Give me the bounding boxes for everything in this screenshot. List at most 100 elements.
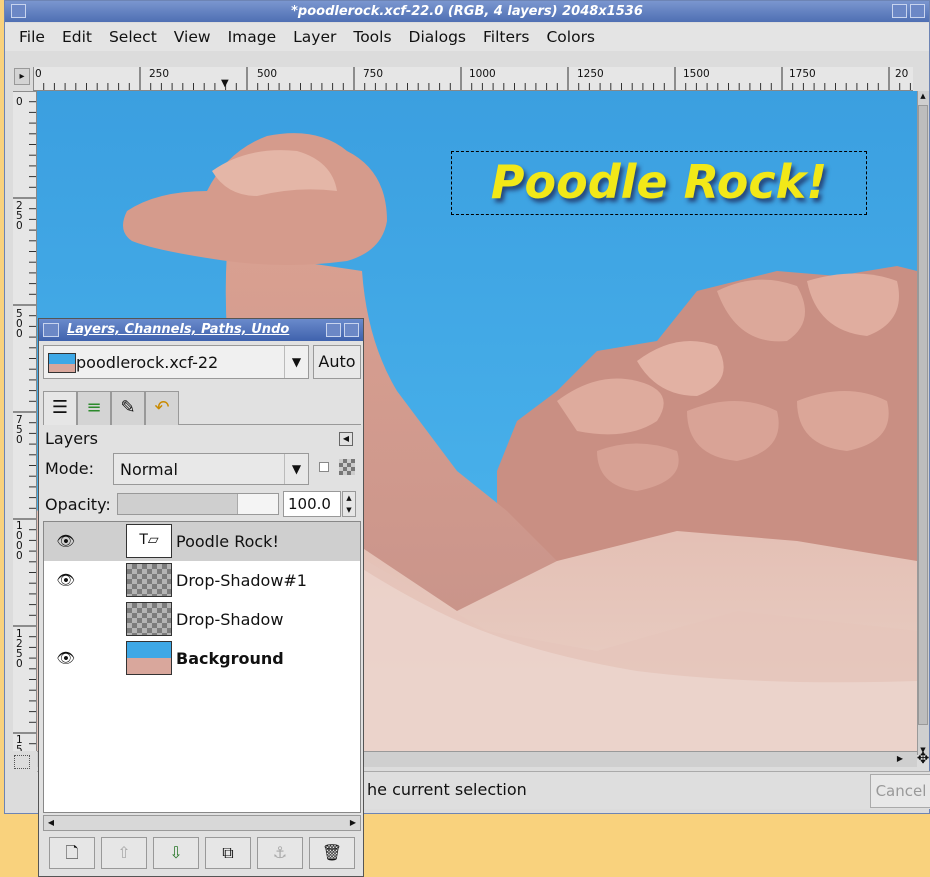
scroll-left-icon[interactable]: ◀ — [44, 816, 58, 830]
ruler-label: 500 — [16, 308, 23, 340]
layer-name: Background — [176, 649, 284, 668]
raise-layer-button[interactable]: ⇧ — [101, 837, 147, 869]
ruler-label: 20 — [895, 68, 909, 80]
menu-select[interactable]: Select — [109, 28, 157, 46]
layer-row-background[interactable]: 👁 Background — [44, 639, 360, 678]
ruler-label: 1500 — [683, 68, 710, 80]
poodle-rock-text-layer[interactable]: Poodle Rock! — [451, 151, 867, 215]
ruler-label: 1500 — [16, 734, 23, 751]
layer-row-drop-shadow-1[interactable]: 👁 Drop-Shadow#1 — [44, 561, 360, 600]
navigate-icon[interactable]: ✥ — [915, 751, 930, 767]
mode-select[interactable]: Normal ▼ — [113, 453, 309, 485]
new-layer-button[interactable]: 🗋 — [49, 837, 95, 869]
eye-icon[interactable]: 👁 — [54, 571, 78, 589]
opacity-label: Opacity: — [45, 495, 111, 514]
layers-tab-icon[interactable]: ☰ — [43, 391, 77, 425]
layer-button-bar: 🗋 ⇧ ⇩ ⧉ ⚓ 🗑 — [43, 835, 361, 871]
opacity-slider-fill — [118, 494, 238, 514]
dock-maximize-button[interactable] — [326, 323, 341, 337]
layer-list-scrollbar[interactable]: ◀ ▶ — [43, 815, 361, 831]
close-button[interactable] — [910, 4, 925, 18]
layer-name: Poodle Rock! — [176, 532, 279, 551]
layer-thumbnail — [126, 563, 172, 597]
vertical-scroll-thumb[interactable] — [918, 105, 928, 725]
ruler-label: 250 — [16, 200, 23, 232]
dock-title: Layers, Channels, Paths, Undo — [67, 322, 290, 337]
dock-titlebar[interactable]: Layers, Channels, Paths, Undo — [39, 319, 363, 341]
auto-button[interactable]: Auto — [313, 345, 361, 379]
ruler-label: 1250 — [577, 68, 604, 80]
chevron-down-icon[interactable]: ▼ — [284, 346, 308, 378]
tab-menu-icon[interactable]: ◀ — [339, 432, 353, 446]
image-window-title: *poodlerock.xcf-22.0 (RGB, 4 layers) 204… — [291, 4, 643, 19]
eye-icon[interactable]: 👁 — [54, 532, 78, 550]
image-window-titlebar[interactable]: *poodlerock.xcf-22.0 (RGB, 4 layers) 204… — [5, 1, 929, 22]
opacity-slider[interactable] — [117, 493, 279, 515]
menu-dialogs[interactable]: Dialogs — [409, 28, 466, 46]
image-selector[interactable]: poodlerock.xcf-22 ▼ — [43, 345, 309, 379]
ruler-label: 1750 — [789, 68, 816, 80]
opacity-value-field[interactable]: 100.0 — [283, 491, 341, 517]
paths-tab-icon[interactable]: ✎ — [111, 391, 145, 425]
anchor-layer-button[interactable]: ⚓ — [257, 837, 303, 869]
mode-label: Mode: — [45, 459, 94, 478]
scroll-right-icon[interactable]: ▶ — [346, 816, 360, 830]
lower-layer-button[interactable]: ⇩ — [153, 837, 199, 869]
layer-row-drop-shadow[interactable]: Drop-Shadow — [44, 600, 360, 639]
vertical-scrollbar[interactable]: ▲ ▼ — [917, 91, 929, 755]
layer-list: 👁 T▱ Poodle Rock! 👁 Drop-Shadow#1 Drop-S… — [43, 521, 361, 813]
scroll-right-icon[interactable]: ▶ — [897, 754, 903, 763]
layer-name: Drop-Shadow#1 — [176, 571, 307, 590]
vertical-ruler[interactable]: 0 250 500 750 1000 1250 1500 — [13, 91, 37, 751]
ruler-pointer-icon: ▼ — [221, 78, 229, 89]
layer-row-poodle-rock[interactable]: 👁 T▱ Poodle Rock! — [44, 522, 360, 561]
window-menu-button[interactable] — [11, 4, 26, 18]
horizontal-ruler[interactable]: 0 250 500 750 1000 1250 1500 1750 20 ▼ — [33, 67, 913, 91]
layer-name: Drop-Shadow — [176, 610, 284, 629]
ruler-label: 0 — [16, 96, 23, 108]
menu-view[interactable]: View — [174, 28, 211, 46]
dock-close-button[interactable] — [344, 323, 359, 337]
text-layer-thumbnail: T▱ — [126, 524, 172, 558]
visibility-toggle[interactable] — [54, 610, 78, 628]
ruler-label: 1000 — [469, 68, 496, 80]
keep-transparency-checkbox[interactable] — [319, 462, 329, 472]
ruler-label: 250 — [149, 68, 170, 80]
undo-tab-icon[interactable]: ↶ — [145, 391, 179, 425]
ruler-label: 750 — [16, 414, 23, 446]
layer-thumbnail — [126, 641, 172, 675]
menu-image[interactable]: Image — [228, 28, 277, 46]
delete-layer-button[interactable]: 🗑 — [309, 837, 355, 869]
cancel-button[interactable]: Cancel — [870, 774, 930, 808]
transparency-icon — [339, 459, 355, 475]
image-menu-arrow-button[interactable]: ▸ — [14, 68, 30, 85]
channels-tab-icon[interactable]: ≡ — [77, 391, 111, 425]
menu-edit[interactable]: Edit — [62, 28, 92, 46]
dock-tabs: ☰ ≡ ✎ ↶ — [43, 389, 361, 425]
ruler-label: 750 — [363, 68, 384, 80]
ruler-label: 0 — [35, 68, 42, 80]
chevron-down-icon[interactable]: ▼ — [284, 454, 308, 484]
eye-icon[interactable]: 👁 — [54, 649, 78, 667]
menu-colors[interactable]: Colors — [546, 28, 595, 46]
menu-layer[interactable]: Layer — [293, 28, 336, 46]
duplicate-layer-button[interactable]: ⧉ — [205, 837, 251, 869]
menu-file[interactable]: File — [19, 28, 45, 46]
opacity-spinner[interactable]: ▲ ▼ — [342, 491, 356, 517]
layers-dock: Layers, Channels, Paths, Undo poodlerock… — [38, 318, 364, 877]
dock-menu-button[interactable] — [43, 323, 59, 337]
menubar: File Edit Select View Image Layer Tools … — [5, 23, 929, 51]
menu-tools[interactable]: Tools — [353, 28, 391, 46]
menu-filters[interactable]: Filters — [483, 28, 529, 46]
ruler-label: 1250 — [16, 628, 23, 670]
image-name: poodlerock.xcf-22 — [76, 353, 219, 372]
ruler-label: 1000 — [16, 520, 23, 562]
layer-thumbnail — [126, 602, 172, 636]
scroll-up-icon[interactable]: ▲ — [918, 91, 928, 101]
image-thumbnail — [48, 353, 76, 373]
mode-value: Normal — [120, 460, 178, 479]
quick-mask-icon[interactable] — [14, 755, 30, 769]
ruler-label: 500 — [257, 68, 278, 80]
maximize-button[interactable] — [892, 4, 907, 18]
layers-section-label: Layers — [45, 429, 98, 448]
